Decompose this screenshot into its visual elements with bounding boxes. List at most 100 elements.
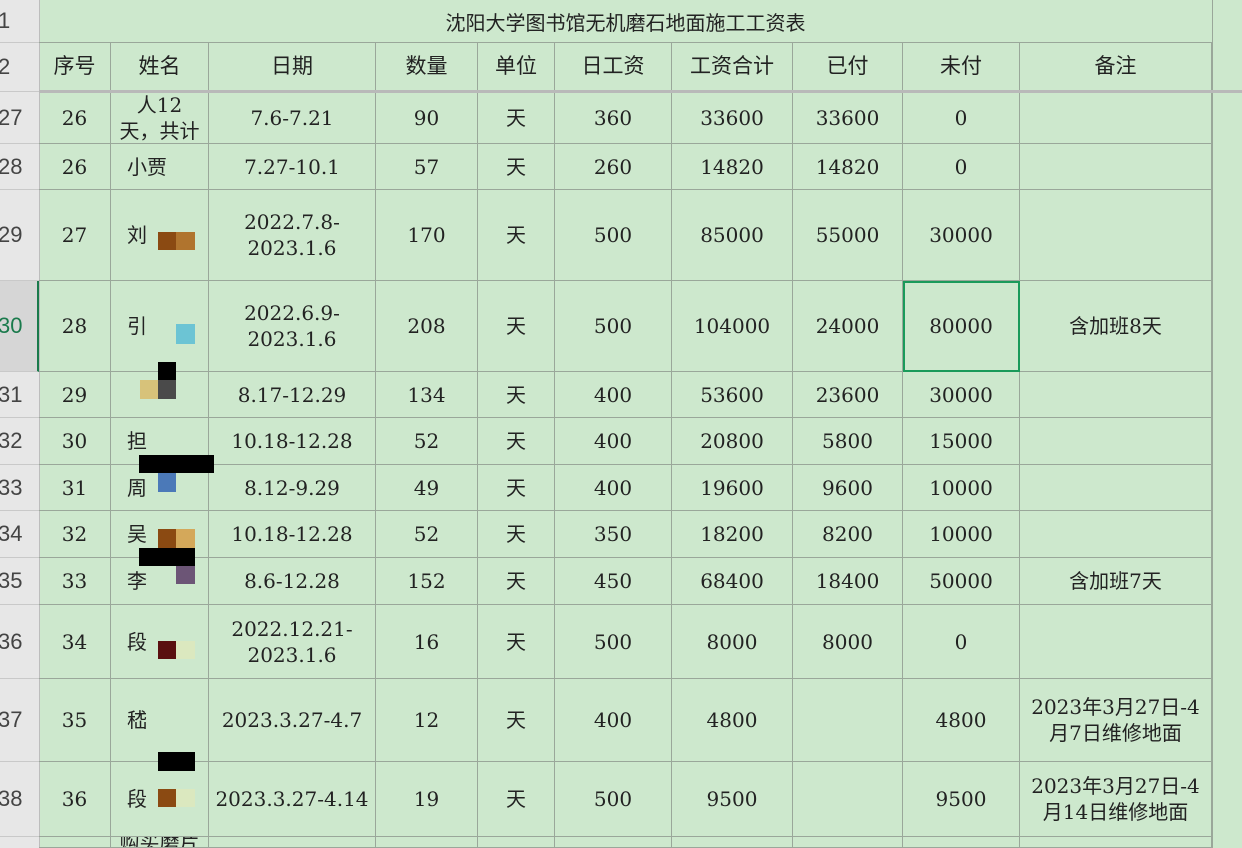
cell-unpaid[interactable]: 30000 [903, 372, 1020, 418]
cell-seq[interactable] [39, 837, 111, 848]
cell-daily-wage[interactable]: 400 [555, 679, 672, 762]
cell-daily-wage[interactable]: 400 [555, 372, 672, 418]
cell-seq[interactable]: 27 [39, 190, 111, 281]
cell-total-wage[interactable]: 18200 [672, 511, 793, 558]
header-qty[interactable]: 数量 [376, 43, 478, 92]
cell-paid[interactable]: 5800 [793, 418, 903, 465]
row-header[interactable]: 30 [0, 281, 39, 372]
cell-date[interactable]: 2022.6.9- 2023.1.6 [209, 281, 376, 372]
cell-date[interactable]: 2023.3.27-4.14 [209, 762, 376, 837]
cell-unit[interactable]: 天 [478, 511, 555, 558]
header-total-wage[interactable]: 工资合计 [672, 43, 793, 92]
cell-unit[interactable]: 天 [478, 144, 555, 190]
cell-remark[interactable] [1020, 418, 1212, 465]
cell-date[interactable]: 8.12-9.29 [209, 465, 376, 511]
cell-paid[interactable]: 18400 [793, 558, 903, 605]
row-header[interactable]: 29 [0, 190, 39, 281]
cell-date[interactable]: 2022.12.21- 2023.1.6 [209, 605, 376, 679]
cell-unit[interactable]: 天 [478, 92, 555, 144]
cell-name[interactable]: 购买磨片 [111, 837, 209, 848]
cell-qty[interactable]: 170 [376, 190, 478, 281]
cell-daily-wage[interactable]: 350 [555, 511, 672, 558]
cell-seq[interactable]: 31 [39, 465, 111, 511]
header-seq[interactable]: 序号 [39, 43, 111, 92]
cell-remark[interactable] [1020, 605, 1212, 679]
cell-daily-wage[interactable]: 500 [555, 190, 672, 281]
cell-date[interactable]: 7.27-10.1 [209, 144, 376, 190]
cell-total-wage[interactable] [672, 837, 793, 848]
cell-daily-wage[interactable]: 360 [555, 92, 672, 144]
cell-qty[interactable]: 134 [376, 372, 478, 418]
cell-unpaid[interactable]: 10000 [903, 465, 1020, 511]
header-unpaid[interactable]: 未付 [903, 43, 1020, 92]
cell-paid[interactable]: 33600 [793, 92, 903, 144]
header-name[interactable]: 姓名 [111, 43, 209, 92]
cell-total-wage[interactable]: 9500 [672, 762, 793, 837]
header-daily-wage[interactable]: 日工资 [555, 43, 672, 92]
cell-remark[interactable] [1020, 190, 1212, 281]
cell-qty[interactable]: 12 [376, 679, 478, 762]
cell-total-wage[interactable]: 8000 [672, 605, 793, 679]
cell-remark[interactable] [1020, 837, 1212, 848]
cell-qty[interactable]: 208 [376, 281, 478, 372]
cell-total-wage[interactable]: 19600 [672, 465, 793, 511]
cell-unpaid[interactable]: 80000 [903, 281, 1020, 372]
row-header[interactable]: 31 [0, 372, 39, 418]
cell-paid[interactable]: 8000 [793, 605, 903, 679]
row-header[interactable]: 34 [0, 511, 39, 558]
cell-total-wage[interactable]: 4800 [672, 679, 793, 762]
cell-date[interactable]: 2023.3.27-4.7 [209, 679, 376, 762]
cell-remark[interactable] [1020, 144, 1212, 190]
cell-qty[interactable]: 19 [376, 762, 478, 837]
cell-date[interactable]: 8.6-12.28 [209, 558, 376, 605]
cell-seq[interactable]: 30 [39, 418, 111, 465]
cell-qty[interactable]: 152 [376, 558, 478, 605]
cell-daily-wage[interactable]: 500 [555, 281, 672, 372]
cell-remark[interactable]: 2023年3月27日-4 月14日维修地面 [1020, 762, 1212, 837]
cell-unpaid[interactable]: 4800 [903, 679, 1020, 762]
cell-paid[interactable]: 9600 [793, 465, 903, 511]
cell-name[interactable]: 嵇 [111, 679, 209, 762]
cell-paid[interactable]: 24000 [793, 281, 903, 372]
cell-seq[interactable]: 33 [39, 558, 111, 605]
cell-unit[interactable]: 天 [478, 281, 555, 372]
cell-paid[interactable] [793, 837, 903, 848]
cell-unit[interactable]: 天 [478, 190, 555, 281]
cell-unit[interactable]: 天 [478, 465, 555, 511]
cell-total-wage[interactable]: 85000 [672, 190, 793, 281]
sheet-title[interactable]: 沈阳大学图书馆无机磨石地面施工工资表 [39, 0, 1212, 43]
cell-paid[interactable] [793, 762, 903, 837]
row-header[interactable]: 1 [0, 0, 39, 43]
cell-date[interactable]: 7.6-7.21 [209, 92, 376, 144]
cell-qty[interactable]: 52 [376, 418, 478, 465]
cell-unit[interactable]: 天 [478, 679, 555, 762]
cell-date[interactable] [209, 837, 376, 848]
cell-qty[interactable]: 16 [376, 605, 478, 679]
cell-remark[interactable] [1020, 372, 1212, 418]
cell-unpaid[interactable]: 0 [903, 92, 1020, 144]
row-header[interactable]: 37 [0, 679, 39, 762]
cell-daily-wage[interactable]: 400 [555, 418, 672, 465]
row-header[interactable]: 28 [0, 144, 39, 190]
cell-date[interactable]: 8.17-12.29 [209, 372, 376, 418]
cell-unpaid[interactable]: 30000 [903, 190, 1020, 281]
header-date[interactable]: 日期 [209, 43, 376, 92]
cell-total-wage[interactable]: 20800 [672, 418, 793, 465]
cell-daily-wage[interactable]: 260 [555, 144, 672, 190]
cell-paid[interactable]: 55000 [793, 190, 903, 281]
cell-daily-wage[interactable]: 500 [555, 762, 672, 837]
cell-unit[interactable]: 天 [478, 558, 555, 605]
cell-remark[interactable]: 2023年3月27日-4 月7日维修地面 [1020, 679, 1212, 762]
cell-daily-wage[interactable]: 450 [555, 558, 672, 605]
cell-unpaid[interactable]: 10000 [903, 511, 1020, 558]
cell-unit[interactable]: 天 [478, 605, 555, 679]
row-header[interactable]: 33 [0, 465, 39, 511]
row-header[interactable]: 38 [0, 762, 39, 837]
cell-unpaid[interactable]: 0 [903, 605, 1020, 679]
cell-paid[interactable]: 14820 [793, 144, 903, 190]
cell-remark[interactable] [1020, 511, 1212, 558]
row-header[interactable]: 32 [0, 418, 39, 465]
cell-qty[interactable]: 90 [376, 92, 478, 144]
cell-seq[interactable]: 32 [39, 511, 111, 558]
row-header[interactable]: 35 [0, 558, 39, 605]
